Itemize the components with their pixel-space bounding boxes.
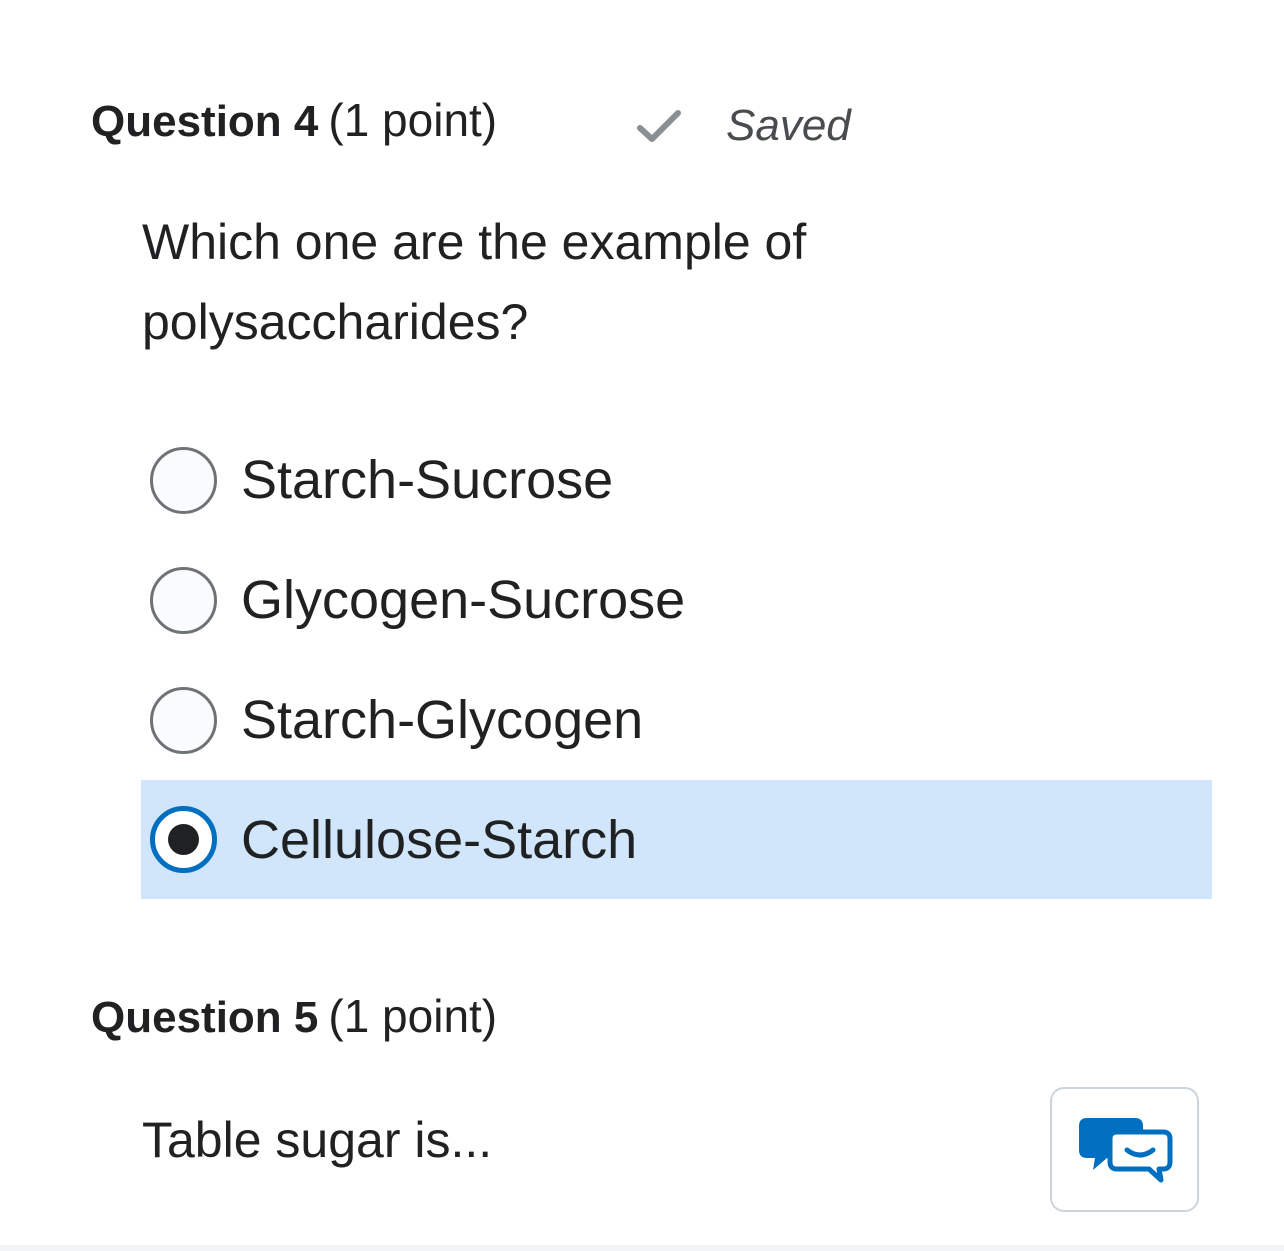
radio-button[interactable] xyxy=(150,566,217,634)
bottom-divider xyxy=(0,1245,1284,1251)
question-number: Question 5 xyxy=(91,993,319,1042)
radio-button[interactable] xyxy=(150,806,217,873)
question-number: Question 4 xyxy=(91,97,319,146)
answer-options: Starch-Sucrose Glycogen-Sucrose Starch-G… xyxy=(141,420,1212,899)
answer-label: Glycogen-Sucrose xyxy=(241,570,686,630)
radio-button[interactable] xyxy=(150,686,217,754)
answer-option[interactable]: Glycogen-Sucrose xyxy=(141,540,1212,660)
check-icon xyxy=(637,110,681,142)
saved-status: Saved xyxy=(636,98,851,154)
saved-text: Saved xyxy=(726,101,851,150)
radio-dot xyxy=(168,824,199,855)
answer-option[interactable]: Cellulose-Starch xyxy=(141,780,1212,899)
answer-label: Cellulose-Starch xyxy=(241,809,638,870)
question-points: (1 point) xyxy=(328,94,498,146)
answer-option[interactable]: Starch-Glycogen xyxy=(141,660,1212,780)
question-5-header: Question 5 (1 point) xyxy=(91,988,497,1046)
question-5-text: Table sugar is... xyxy=(142,1112,493,1168)
radio-button[interactable] xyxy=(150,446,217,514)
answer-label: Starch-Glycogen xyxy=(241,690,644,750)
chat-button[interactable] xyxy=(1050,1087,1199,1212)
question-points: (1 point) xyxy=(328,990,498,1042)
question-4-header: Question 4 (1 point) xyxy=(91,92,497,150)
answer-label: Starch-Sucrose xyxy=(241,450,614,510)
answer-option[interactable]: Starch-Sucrose xyxy=(141,420,1212,540)
question-4-text: Which one are the example of polysacchar… xyxy=(142,214,807,350)
chat-bubbles-icon xyxy=(1078,1117,1172,1182)
